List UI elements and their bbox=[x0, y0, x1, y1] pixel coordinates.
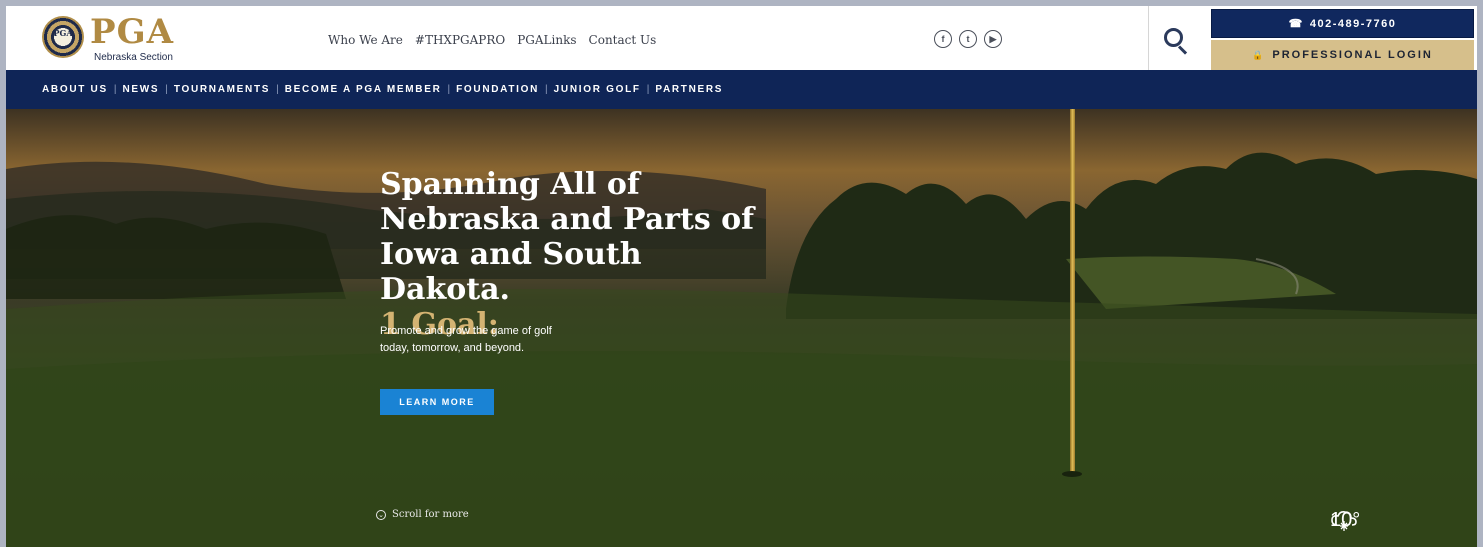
learn-more-button[interactable]: LEARN MORE bbox=[380, 389, 494, 415]
youtube-icon[interactable]: ▶ bbox=[984, 30, 1002, 48]
hero-banner: Spanning All of Nebraska and Parts of Io… bbox=[6, 109, 1477, 547]
phone-number: 402-489-7760 bbox=[1309, 17, 1397, 30]
lock-icon: 🔒 bbox=[1252, 49, 1266, 60]
chevron-down-icon: ⌄ bbox=[376, 509, 386, 520]
nav-about-us[interactable]: ABOUT US bbox=[42, 84, 108, 95]
logo-wordmark: PGA bbox=[90, 12, 174, 52]
hero-headline: Spanning All of Nebraska and Parts of Io… bbox=[380, 167, 780, 342]
top-nav-thxpgapro[interactable]: #THXPGAPRO bbox=[415, 33, 505, 47]
header-divider bbox=[1148, 6, 1149, 70]
nav-separator: | bbox=[545, 84, 548, 95]
nav-tournaments[interactable]: TOURNAMENTS bbox=[174, 84, 270, 95]
top-nav-who-we-are[interactable]: Who We Are bbox=[328, 33, 403, 47]
nav-separator: | bbox=[276, 84, 279, 95]
social-links: f t ▶ bbox=[934, 30, 1002, 48]
scroll-for-more-link[interactable]: ⌄ Scroll for more bbox=[376, 509, 469, 520]
top-nav: Who We Are #THXPGAPRO PGALinks Contact U… bbox=[328, 33, 656, 47]
weather-widget: 10° bbox=[1330, 509, 1360, 532]
nav-junior-golf[interactable]: JUNIOR GOLF bbox=[554, 84, 641, 95]
headline-line-3: Iowa and South Dakota. bbox=[380, 237, 642, 307]
nav-partners[interactable]: PARTNERS bbox=[655, 84, 723, 95]
hero-blurb: Promote and grow the game of golf today,… bbox=[380, 323, 640, 357]
headline-line-1: Spanning All of bbox=[380, 167, 640, 202]
facebook-icon[interactable]: f bbox=[934, 30, 952, 48]
browser-page: PGA PGA Nebraska Section Who We Are #THX… bbox=[6, 6, 1477, 547]
nav-separator: | bbox=[447, 84, 451, 95]
site-header: PGA PGA Nebraska Section Who We Are #THX… bbox=[6, 6, 1477, 70]
nav-separator: | bbox=[113, 84, 117, 95]
seal-text: PGA bbox=[53, 28, 73, 38]
professional-login-button[interactable]: 🔒 PROFESSIONAL LOGIN bbox=[1211, 40, 1474, 70]
nav-foundation[interactable]: FOUNDATION bbox=[456, 84, 539, 95]
search-icon[interactable] bbox=[1164, 28, 1190, 55]
nav-become-pga-member[interactable]: BECOME A PGA MEMBER bbox=[285, 84, 442, 95]
nav-separator: | bbox=[646, 84, 650, 95]
login-label: PROFESSIONAL LOGIN bbox=[1272, 49, 1433, 61]
nav-news[interactable]: NEWS bbox=[122, 84, 159, 95]
blurb-line-2: today, tomorrow, and beyond. bbox=[380, 342, 525, 354]
flagstick bbox=[1070, 109, 1075, 474]
twitter-icon[interactable]: t bbox=[959, 30, 977, 48]
logo-subtitle: Nebraska Section bbox=[94, 52, 173, 63]
pga-nebraska-logo[interactable]: PGA PGA Nebraska Section bbox=[42, 12, 192, 66]
top-nav-pgalinks[interactable]: PGALinks bbox=[517, 33, 576, 47]
blurb-line-1: Promote and grow the game of golf bbox=[380, 325, 552, 337]
nav-separator: | bbox=[165, 84, 168, 95]
scroll-label: Scroll for more bbox=[392, 509, 469, 520]
golf-hole bbox=[1062, 471, 1082, 477]
phone-icon: ☎ bbox=[1288, 18, 1304, 30]
main-nav: ABOUT US | NEWS | TOURNAMENTS | BECOME A… bbox=[6, 70, 1477, 109]
top-nav-contact-us[interactable]: Contact Us bbox=[589, 33, 657, 47]
headline-line-2: Nebraska and Parts of bbox=[380, 202, 755, 237]
snow-cloud-icon bbox=[1331, 511, 1357, 531]
phone-bar[interactable]: ☎ 402-489-7760 bbox=[1211, 9, 1474, 38]
